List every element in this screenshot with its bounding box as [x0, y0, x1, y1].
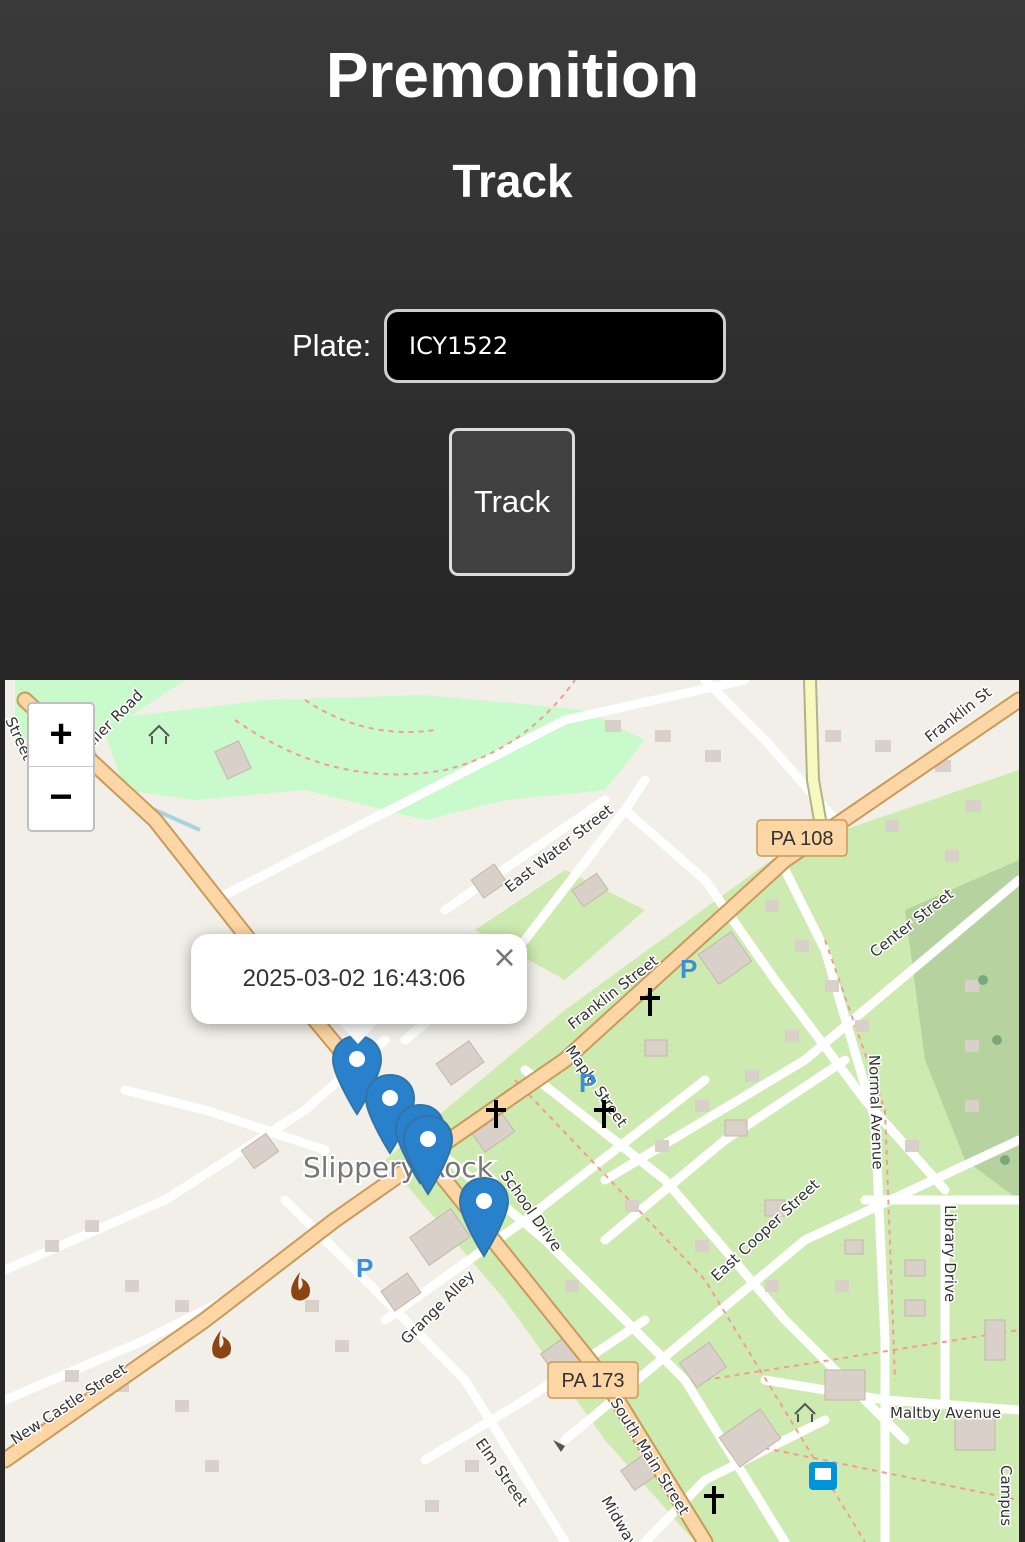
- svg-text:P: P: [579, 1068, 596, 1098]
- zoom-in-button[interactable]: +: [29, 704, 93, 767]
- track-button[interactable]: Track: [449, 428, 575, 576]
- marker-popup: 2025-03-02 16:43:06 ×: [191, 934, 527, 1024]
- route-shield-label: PA 108: [770, 828, 833, 850]
- zoom-out-button[interactable]: −: [29, 767, 93, 830]
- map[interactable]: PA 108 PA 173 East Water Street Franklin…: [5, 680, 1019, 1542]
- street-label: Library Drive: [941, 1205, 959, 1302]
- plate-label: Plate:: [292, 328, 372, 363]
- svg-text:P: P: [356, 1253, 373, 1283]
- street-label: Campus: [997, 1465, 1015, 1526]
- svg-text:P: P: [680, 954, 697, 984]
- location-marker-icon[interactable]: [458, 1176, 510, 1260]
- location-marker-icon[interactable]: [402, 1114, 454, 1198]
- bus-stop-icon: [809, 1462, 837, 1490]
- close-icon[interactable]: ×: [492, 940, 517, 976]
- map-tiles[interactable]: PA 108 PA 173 East Water Street Franklin…: [5, 680, 1019, 1542]
- street-label: Maltby Avenue: [890, 1404, 1001, 1422]
- zoom-control: + −: [27, 702, 95, 832]
- app-title: Premonition: [325, 39, 700, 111]
- plate-input[interactable]: [384, 309, 726, 383]
- section-title: Track: [452, 155, 573, 207]
- route-shield: PA 173: [547, 1361, 639, 1399]
- route-shield-label: PA 173: [561, 1370, 624, 1392]
- route-shield: PA 108: [756, 819, 848, 857]
- popup-timestamp: 2025-03-02 16:43:06: [242, 965, 466, 992]
